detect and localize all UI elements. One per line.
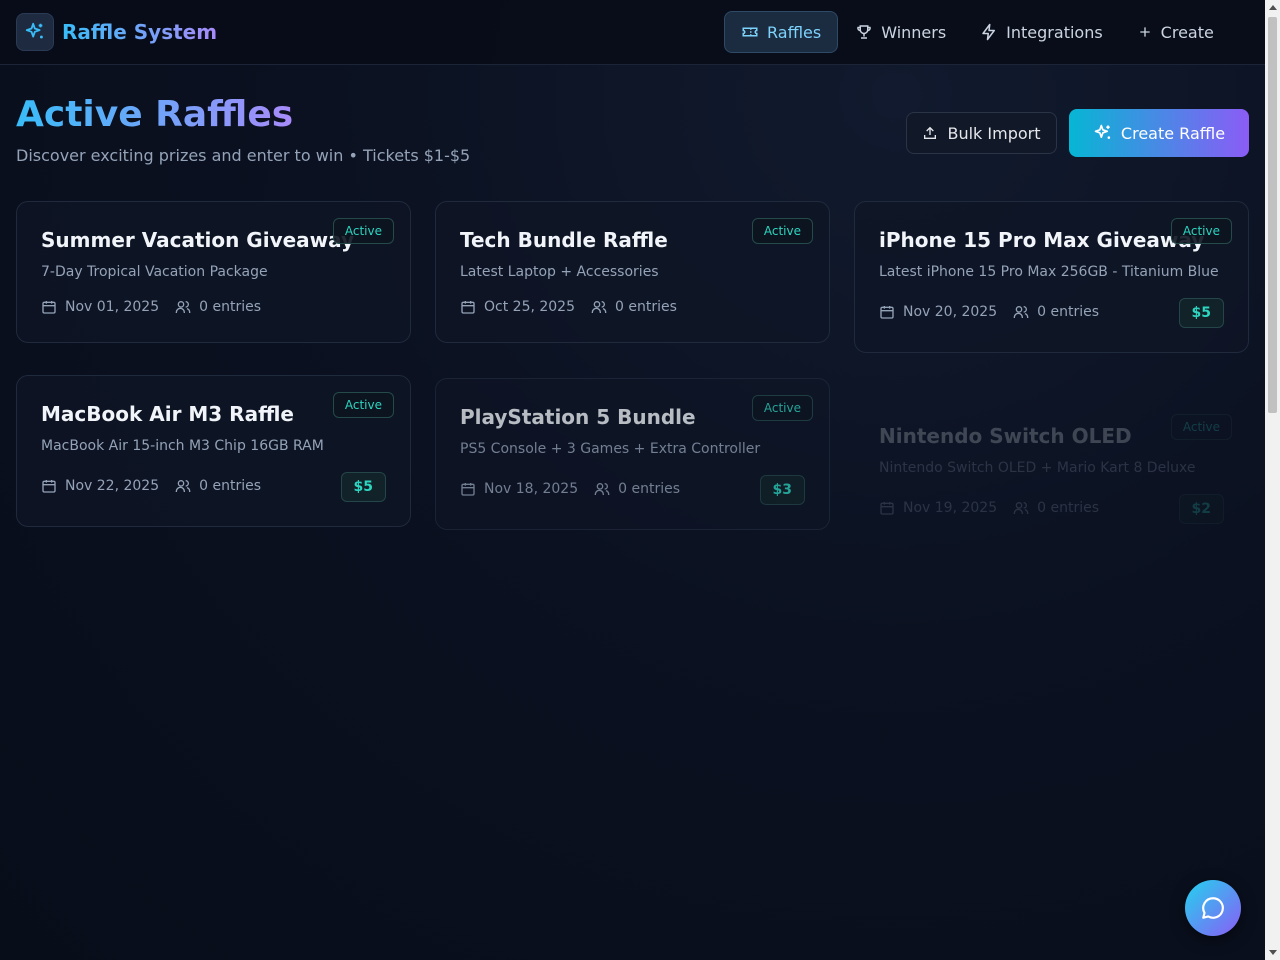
status-badge: Active xyxy=(751,218,813,244)
lightning-icon xyxy=(982,23,996,41)
calendar-icon xyxy=(461,483,475,496)
create-raffle-button[interactable]: Create Raffle xyxy=(1069,109,1249,157)
raffle-title: iPhone 15 Pro Max Giveaway xyxy=(879,228,1205,252)
top-navbar: Raffle System Raffles Winners Integratio… xyxy=(0,0,1265,65)
raffle-entries: 0 entries xyxy=(1037,500,1100,516)
raffle-meta: Nov 22, 2025 0 entries xyxy=(41,478,261,494)
users-icon xyxy=(1013,306,1029,318)
raffle-entries: 0 entries xyxy=(1037,304,1100,320)
raffle-card[interactable]: Nintendo Switch OLED Active Nintendo Swi… xyxy=(854,397,1249,549)
brand[interactable]: Raffle System xyxy=(16,13,217,51)
status-badge: Active xyxy=(332,218,394,244)
calendar-icon xyxy=(880,306,894,319)
calendar-icon xyxy=(461,301,475,314)
raffle-description: 7-Day Tropical Vacation Package xyxy=(41,264,268,280)
raffle-entries: 0 entries xyxy=(615,299,677,315)
nav-label: Create xyxy=(1160,22,1214,42)
raffle-description: MacBook Air 15-inch M3 Chip 16GB RAM xyxy=(41,438,324,454)
scroll-up-arrow-icon[interactable] xyxy=(1269,5,1277,10)
raffle-meta: Nov 20, 2025 0 entries xyxy=(879,304,1099,320)
raffle-title: PlayStation 5 Bundle xyxy=(460,405,696,429)
users-icon xyxy=(1013,502,1029,514)
raffle-date: Oct 25, 2025 xyxy=(484,299,575,315)
page-subtitle: Discover exciting prizes and enter to wi… xyxy=(16,146,471,165)
nav-label: Raffles xyxy=(767,22,822,42)
ticket-price: $3 xyxy=(759,475,805,505)
raffle-date: Nov 20, 2025 xyxy=(903,304,998,320)
ticket-price: $5 xyxy=(1178,298,1224,328)
nav-integrations[interactable]: Integrations xyxy=(963,11,1120,53)
nav-label: Winners xyxy=(881,22,947,42)
nav-raffles[interactable]: Raffles xyxy=(724,11,839,53)
raffle-title: Summer Vacation Giveaway xyxy=(41,228,355,252)
raffle-description: Latest Laptop + Accessories xyxy=(460,264,659,280)
status-badge: Active xyxy=(1170,218,1232,244)
raffle-card[interactable]: MacBook Air M3 Raffle Active MacBook Air… xyxy=(16,375,411,527)
users-icon xyxy=(591,301,607,313)
raffle-entries: 0 entries xyxy=(618,481,681,497)
raffle-meta: Oct 25, 2025 0 entries xyxy=(460,299,677,315)
main-nav: Raffles Winners Integrations Create xyxy=(724,11,1231,53)
raffle-description: Nintendo Switch OLED + Mario Kart 8 Delu… xyxy=(879,460,1196,476)
raffle-title: Nintendo Switch OLED xyxy=(879,424,1132,448)
raffle-title: MacBook Air M3 Raffle xyxy=(41,402,294,426)
create-raffle-label: Create Raffle xyxy=(1120,123,1226,143)
raffle-meta: Nov 18, 2025 0 entries xyxy=(460,481,680,497)
page-scrollbar[interactable] xyxy=(1265,0,1280,960)
users-icon xyxy=(175,480,191,492)
ticket-price: $5 xyxy=(340,472,386,502)
status-badge: Active xyxy=(751,395,813,421)
scroll-down-arrow-icon[interactable] xyxy=(1269,950,1277,955)
ticket-icon xyxy=(742,27,758,37)
nav-create[interactable]: Create xyxy=(1120,11,1231,53)
raffle-entries: 0 entries xyxy=(199,299,262,315)
raffle-meta: Nov 01, 2025 0 entries xyxy=(41,299,261,315)
chat-bubble-icon xyxy=(1202,897,1224,919)
page-title: Active Raffles xyxy=(16,94,294,135)
users-icon xyxy=(594,483,610,495)
calendar-icon xyxy=(42,480,56,493)
chat-button[interactable] xyxy=(1185,880,1241,936)
raffle-meta: Nov 19, 2025 0 entries xyxy=(879,500,1099,516)
calendar-icon xyxy=(880,502,894,515)
trophy-icon xyxy=(857,25,872,39)
raffle-description: Latest iPhone 15 Pro Max 256GB - Titaniu… xyxy=(879,264,1219,280)
raffle-title: Tech Bundle Raffle xyxy=(460,228,668,252)
app-title: Raffle System xyxy=(62,20,218,44)
raffle-description: PS5 Console + 3 Games + Extra Controller xyxy=(460,441,761,457)
raffle-date: Nov 18, 2025 xyxy=(484,481,579,497)
raffle-card[interactable]: iPhone 15 Pro Max Giveaway Active Latest… xyxy=(854,201,1249,353)
bulk-import-button[interactable]: Bulk Import xyxy=(906,112,1057,154)
raffle-card[interactable]: PlayStation 5 Bundle Active PS5 Console … xyxy=(435,378,830,530)
nav-label: Integrations xyxy=(1006,22,1103,42)
calendar-icon xyxy=(42,301,56,314)
scroll-thumb[interactable] xyxy=(1268,17,1277,413)
raffle-date: Nov 22, 2025 xyxy=(65,478,160,494)
raffle-card[interactable]: Summer Vacation Giveaway Active 7-Day Tr… xyxy=(16,201,411,343)
raffle-date: Nov 19, 2025 xyxy=(903,500,998,516)
bulk-import-label: Bulk Import xyxy=(947,123,1041,143)
ticket-price: $2 xyxy=(1178,494,1224,524)
upload-icon xyxy=(924,126,937,139)
status-badge: Active xyxy=(1170,414,1232,440)
sparkles-icon xyxy=(16,13,54,51)
raffle-card[interactable]: Tech Bundle Raffle Active Latest Laptop … xyxy=(435,201,830,343)
sparkles-icon xyxy=(1094,124,1111,139)
status-badge: Active xyxy=(332,392,394,418)
raffle-entries: 0 entries xyxy=(199,478,262,494)
nav-winners[interactable]: Winners xyxy=(838,11,963,53)
raffle-date: Nov 01, 2025 xyxy=(65,299,160,315)
users-icon xyxy=(175,301,191,313)
plus-icon xyxy=(1140,27,1150,37)
